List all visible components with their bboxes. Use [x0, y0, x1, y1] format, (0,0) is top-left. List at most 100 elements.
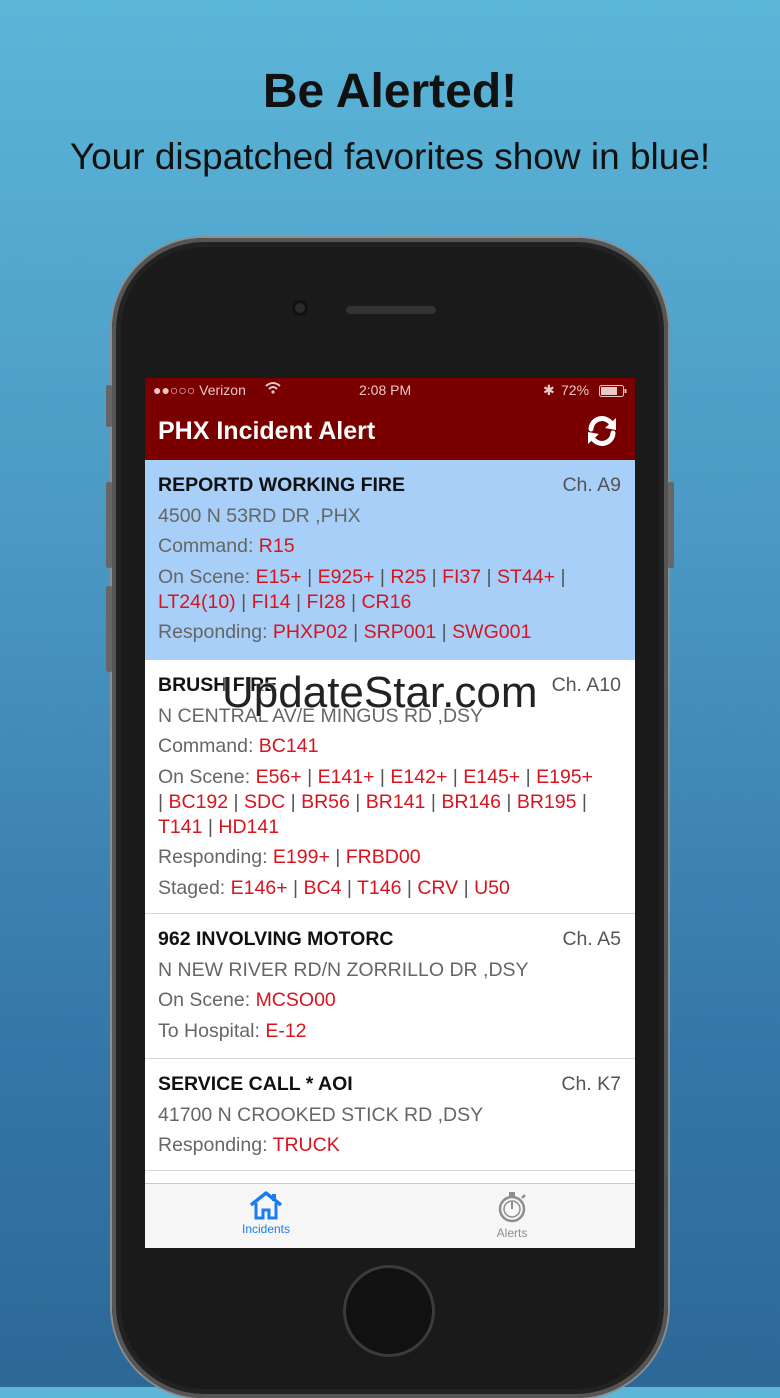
unit-code: E56+ — [255, 765, 302, 788]
incident-row[interactable]: REPORTD WORKING FIRE Ch. A9 4500 N 53RD DR… — [145, 460, 635, 660]
incident-address: N NEW RIVER RD/N ZORRILLO DR ,DSY — [158, 958, 529, 981]
incident-channel: Ch. A5 — [562, 928, 621, 950]
refresh-icon[interactable] — [585, 414, 619, 448]
incident-channel: Ch. K7 — [561, 1073, 621, 1095]
nav-bar: PHX Incident Alert — [145, 402, 635, 460]
unit-code: R15 — [258, 535, 295, 557]
unit-code: SDC — [244, 790, 286, 813]
unit-status-label: Command: — [158, 535, 259, 557]
unit-status-label: Command: — [158, 735, 259, 757]
unit-code: LT24(10) — [158, 590, 236, 613]
unit-code: HD141 — [218, 815, 280, 838]
incident-channel: Ch. A9 — [562, 474, 621, 496]
wifi-icon — [265, 381, 281, 398]
unit-status-label: To Hospital: — [158, 1019, 266, 1042]
promo-headline: Be Alerted! — [262, 65, 518, 118]
incident-units-line: Responding: PHXP02 | SRP001 | SWG001 — [158, 621, 532, 643]
incident-units-line: To Hospital: E-12 — [158, 1020, 307, 1043]
incident-row[interactable]: SERVICE CALL * AOI Ch. K7 41700 N CROOKED … — [145, 1059, 635, 1171]
tab-alerts-label: Alerts — [496, 1226, 528, 1240]
unit-code: E15+ — [255, 565, 302, 588]
unit-code: BC4 — [303, 876, 342, 899]
unit-code: FRBD00 — [345, 846, 421, 868]
incident-units-line: On Scene: E15+ | E925+ | R25 | FI37 | ST… — [158, 565, 566, 588]
unit-code: CR16 — [361, 590, 412, 613]
unit-code: BR195 — [516, 790, 577, 813]
incident-units-line: | BC192 | SDC | BR56 | BR141 | BR146 | B… — [158, 790, 587, 813]
unit-code: R25 — [390, 565, 427, 588]
bluetooth-icon: ✱ — [543, 382, 555, 398]
unit-code: FI37 — [442, 565, 482, 588]
unit-code: TRUCK — [272, 1134, 340, 1156]
app-screen: ●●○○○ Verizon 2:08 PM ✱ 72% PHX Incident… — [145, 378, 635, 1248]
unit-status-label: On Scene: — [158, 765, 256, 788]
unit-code: U50 — [474, 876, 510, 899]
status-bar: ●●○○○ Verizon 2:08 PM ✱ 72% — [145, 378, 635, 402]
unit-status-label: Responding: — [158, 1134, 273, 1156]
incident-units-line: On Scene: MCSO00 — [158, 989, 336, 1012]
unit-code: MCSO00 — [255, 989, 336, 1011]
unit-code: E146+ — [230, 876, 288, 899]
incident-title: SERVICE CALL * AOI — [158, 1073, 353, 1095]
unit-code: E199+ — [272, 846, 330, 868]
unit-code: BR141 — [365, 790, 426, 813]
mute-switch — [106, 385, 112, 427]
unit-code: E145+ — [463, 765, 521, 788]
incident-address: 41700 N CROOKED STICK RD ,DSY — [158, 1103, 484, 1126]
unit-code: E925+ — [317, 565, 375, 588]
front-camera — [292, 300, 308, 316]
incident-address: 4500 N 53RD DR ,PHX — [158, 504, 361, 527]
unit-status-label: Staged: — [158, 876, 231, 899]
app-title: PHX Incident Alert — [158, 417, 376, 445]
unit-code: CRV — [417, 876, 459, 899]
unit-status-label: On Scene: — [158, 565, 256, 588]
incident-units-line: Command: BC141 — [158, 735, 318, 758]
unit-code: FI14 — [251, 590, 291, 613]
power-button — [668, 482, 674, 568]
battery-label: 72% — [561, 382, 590, 398]
unit-code: BC192 — [168, 790, 229, 813]
incident-units-line: T141 | HD141 — [158, 815, 280, 838]
stopwatch-icon — [498, 1192, 526, 1223]
unit-status-label: Responding: — [158, 621, 273, 643]
unit-code: ST44+ — [497, 565, 556, 588]
home-button[interactable] — [346, 1268, 432, 1354]
unit-code: E-12 — [265, 1019, 307, 1042]
tab-bar: Incidents Alerts — [145, 1183, 635, 1248]
incident-units-line: Responding: E199+ | FRBD00 — [158, 846, 421, 868]
promo-subline: Your dispatched favorites show in blue! — [69, 136, 711, 177]
tab-incidents-label: Incidents — [241, 1222, 291, 1236]
unit-code: SRP001 — [363, 621, 437, 643]
volume-down-button — [106, 586, 112, 672]
incident-units-line: Command: R15 — [158, 535, 295, 558]
incident-title: REPORTD WORKING FIRE — [158, 474, 405, 496]
unit-code: BR56 — [301, 790, 350, 813]
unit-code: PHXP02 — [272, 621, 348, 643]
incident-units-line: On Scene: E56+ | E141+ | E142+ | E145+ |… — [158, 765, 594, 788]
carrier-label: ●●○○○ Verizon — [153, 382, 246, 398]
unit-status-label: Responding: — [158, 846, 273, 868]
unit-status-label: On Scene: — [158, 989, 256, 1011]
unit-code: BC141 — [258, 735, 319, 757]
clock-label: 2:08 PM — [359, 382, 412, 398]
volume-up-button — [106, 482, 112, 568]
incident-title: 962 INVOLVING MOTORC — [158, 928, 394, 950]
watermark: UpdateStar.com — [222, 668, 538, 717]
home-icon — [249, 1191, 283, 1220]
unit-code: E195+ — [536, 765, 594, 788]
incident-row[interactable]: 962 INVOLVING MOTORC Ch. A5 N NEW RIVER RD… — [145, 914, 635, 1059]
unit-code: FI28 — [306, 590, 346, 613]
unit-code: SWG001 — [452, 621, 532, 643]
unit-code: BR146 — [441, 790, 501, 813]
tab-incidents[interactable]: Incidents — [206, 1190, 326, 1236]
unit-code: E142+ — [390, 765, 448, 788]
unit-code: E141+ — [317, 765, 375, 788]
incident-units-line: Responding: TRUCK — [158, 1134, 340, 1157]
tab-alerts[interactable]: Alerts — [452, 1190, 572, 1240]
battery-icon — [599, 384, 627, 400]
unit-code: T146 — [356, 876, 402, 899]
incident-channel: Ch. A10 — [551, 674, 621, 696]
incident-units-line: LT24(10) | FI14 | FI28 | CR16 — [158, 590, 412, 613]
earpiece-speaker — [346, 306, 436, 314]
unit-code: T141 — [158, 815, 203, 838]
